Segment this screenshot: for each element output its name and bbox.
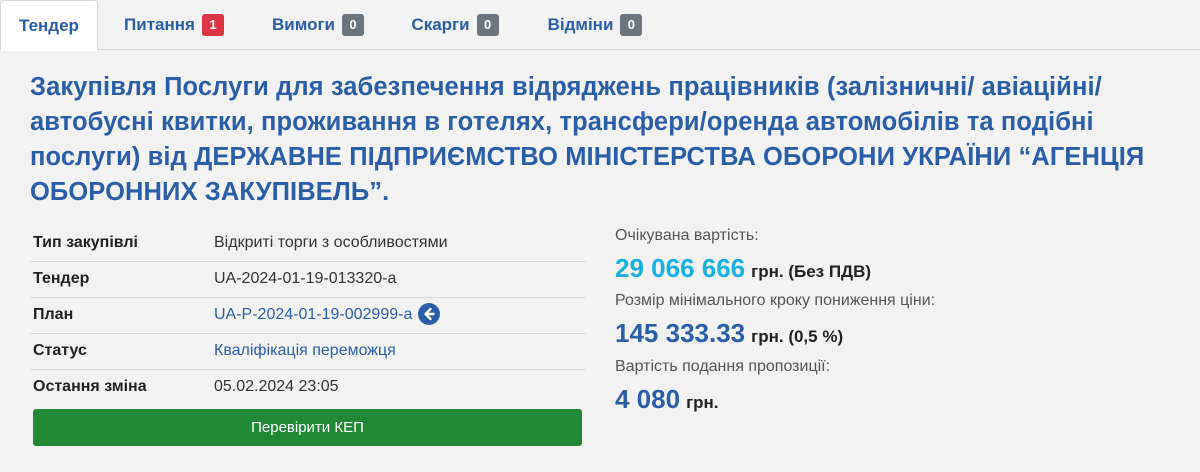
questions-count-badge: 1: [201, 14, 224, 36]
table-row: Статус Кваліфікація переможця: [30, 333, 586, 370]
plan-link[interactable]: UA-P-2024-01-19-002999-a: [214, 306, 412, 323]
tender-id-label: Тендер: [30, 261, 214, 298]
expected-cost-label-text: Очікувана вартість:: [615, 227, 759, 244]
expected-cost-unit: грн. (Без ПДВ): [751, 262, 872, 281]
min-step: 145 333.33 грн. (0,5 %): [615, 318, 843, 349]
verify-signature-button[interactable]: Перевірити КЕП: [33, 409, 582, 446]
tab-questions[interactable]: Питання 1: [118, 0, 230, 50]
last-change-label: Остання зміна: [33, 378, 147, 396]
tender-info-table: Тип закупівлі Відкриті торги з особливос…: [30, 225, 586, 405]
min-step-unit: грн. (0,5 %): [751, 327, 844, 346]
min-step-label: Розмір мінімального кроку пониження ціни…: [615, 292, 935, 310]
tab-bar: Тендер Питання 1 Вимоги 0 Скарги 0 Відмі…: [0, 0, 1200, 51]
tab-label: Питання: [124, 15, 195, 34]
bid-fee-unit: грн.: [686, 393, 719, 412]
bid-fee-value: 4 080: [615, 384, 681, 414]
procurement-type-label: Тип закупівлі: [30, 225, 214, 262]
bid-fee: 4 080 грн.: [615, 384, 719, 415]
plan-cell: UA-P-2024-01-19-002999-a: [214, 297, 586, 334]
tab-tender[interactable]: Тендер: [0, 0, 98, 51]
last-change-value: 05.02.2024 23:05: [214, 378, 339, 396]
status-label: Статус: [30, 333, 214, 370]
tab-label: Вимоги: [272, 15, 335, 34]
table-row: Остання зміна 05.02.2024 23:05: [30, 369, 586, 405]
expected-cost-label: Очікувана вартість:: [615, 227, 759, 245]
tab-label: Відміни: [547, 15, 614, 34]
bid-fee-label-text: Вартість подання пропозиції:: [615, 358, 831, 375]
tender-id-value: UA-2024-01-19-013320-a: [214, 261, 586, 298]
tender-title: Закупівля Послуги для забезпечення відря…: [30, 73, 1145, 206]
tab-label: Тендер: [19, 15, 79, 35]
tab-cancellations[interactable]: Відміни 0: [541, 0, 649, 50]
table-row: План UA-P-2024-01-19-002999-a: [30, 297, 586, 334]
status-link[interactable]: Кваліфікація переможця: [214, 342, 396, 359]
plan-label: План: [30, 297, 214, 334]
bid-fee-label: Вартість подання пропозиції:: [615, 358, 830, 376]
complaints-count-badge: 0: [476, 14, 499, 36]
arrow-left-circle-icon[interactable]: [418, 303, 441, 325]
tender-panel: Закупівля Послуги для забезпечення відря…: [0, 50, 1200, 472]
procurement-type-value: Відкриті торги з особливостями: [214, 225, 586, 262]
tab-label: Скарги: [411, 15, 470, 34]
table-row: Тип закупівлі Відкриті торги з особливос…: [30, 225, 586, 262]
expected-cost: 29 066 666 грн. (Без ПДВ): [615, 253, 871, 284]
tab-complaints[interactable]: Скарги 0: [406, 0, 504, 50]
tab-requirements[interactable]: Вимоги 0: [266, 0, 370, 50]
min-step-label-text: Розмір мінімального кроку пониження ціни…: [615, 292, 936, 309]
cancellations-count-badge: 0: [620, 14, 643, 36]
status-cell: Кваліфікація переможця: [214, 333, 586, 370]
table-row: Тендер UA-2024-01-19-013320-a: [30, 261, 586, 298]
expected-cost-value: 29 066 666: [615, 253, 746, 283]
requirements-count-badge: 0: [342, 14, 364, 36]
min-step-value: 145 333.33: [615, 318, 746, 348]
